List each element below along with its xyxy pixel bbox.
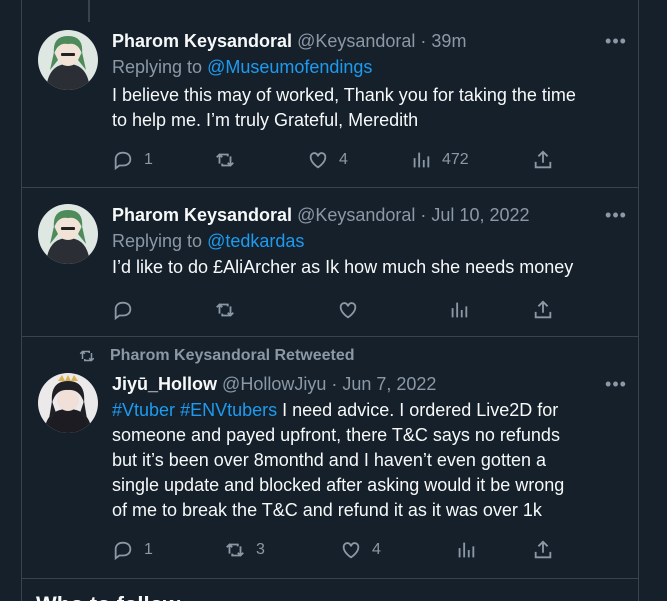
more-icon[interactable]: •••: [601, 30, 631, 52]
share-button[interactable]: [532, 538, 554, 562]
more-icon[interactable]: •••: [601, 373, 631, 395]
tweet-text: I’d like to do £AliArcher as Ik how much…: [112, 255, 623, 280]
separator: ·: [415, 31, 432, 51]
share-icon: [534, 300, 552, 319]
reply-button[interactable]: [112, 298, 144, 322]
reply-count: 1: [144, 541, 153, 558]
who-to-follow-heading: Who to follow: [36, 592, 180, 601]
retweet-button[interactable]: [214, 148, 246, 172]
timeline: Pharom Keysandoral @Keysandoral · 39m ••…: [0, 0, 667, 601]
author-handle[interactable]: @Keysandoral: [297, 205, 415, 225]
share-button[interactable]: [532, 298, 554, 322]
tweet-text-line: I’d like to do £AliArcher as Ik how much…: [112, 257, 574, 277]
more-icon[interactable]: •••: [601, 204, 631, 226]
tweet[interactable]: Pharom Keysandoral @Keysandoral · 39m ••…: [22, 0, 639, 188]
views-button[interactable]: [448, 298, 480, 322]
replying-to-mention[interactable]: @tedkardas: [207, 231, 304, 251]
separator: ·: [326, 374, 343, 394]
reply-icon: [114, 151, 132, 171]
like-count: 4: [339, 151, 348, 168]
avatar[interactable]: [38, 204, 98, 264]
tweet[interactable]: Pharom Keysandoral @Keysandoral · Jul 10…: [22, 188, 639, 337]
retweet-icon: [216, 153, 234, 167]
replying-to-mention[interactable]: @Museumofendings: [207, 57, 372, 77]
tweet-text-line: someone and payed upfront, there T&C say…: [112, 425, 560, 445]
timeline-column: Pharom Keysandoral @Keysandoral · 39m ••…: [21, 0, 639, 601]
tweet-header: Pharom Keysandoral @Keysandoral · 39m: [112, 28, 623, 54]
author-name[interactable]: Pharom Keysandoral: [112, 205, 292, 225]
author-name[interactable]: Pharom Keysandoral: [112, 31, 292, 51]
like-button[interactable]: [337, 298, 369, 322]
reply-button[interactable]: 1: [112, 148, 153, 172]
replying-to: Replying to @tedkardas: [112, 228, 623, 254]
separator: ·: [415, 205, 432, 225]
author-handle[interactable]: @HollowJiyu: [222, 374, 326, 394]
timestamp[interactable]: 39m: [431, 31, 466, 51]
hashtag-link[interactable]: #Vtuber: [112, 400, 175, 420]
share-icon: [534, 150, 552, 169]
tweet-text-segment: I need advice. I ordered Live2D for: [277, 400, 559, 420]
replying-to: Replying to @Museumofendings: [112, 54, 623, 80]
views-count: 472: [442, 151, 469, 168]
tweet-text: I believe this may of worked, Thank you …: [112, 83, 623, 133]
tweet-text-line: single update and blocked after asking w…: [112, 475, 565, 495]
views-button[interactable]: [455, 538, 487, 562]
tweet-text-line: I believe this may of worked, Thank you …: [112, 85, 576, 105]
views-button[interactable]: 472: [410, 148, 469, 172]
views-icon: [451, 302, 468, 318]
author-name[interactable]: Jiyū_Hollow: [112, 374, 217, 394]
views-icon: [458, 542, 475, 558]
tweet-text-line: of me to break the T&C and refund it as …: [112, 500, 542, 520]
reply-button[interactable]: 1: [112, 538, 153, 562]
share-button[interactable]: [532, 148, 554, 172]
avatar[interactable]: [38, 30, 98, 90]
tweet-text-line: #Vtuber #ENVtubers I need advice. I orde…: [112, 398, 623, 423]
like-icon: [339, 302, 357, 319]
like-button[interactable]: 4: [340, 538, 381, 562]
retweet-button[interactable]: [214, 298, 246, 322]
tweet-actions: 1 3 4: [112, 538, 552, 562]
tweet-header: Pharom Keysandoral @Keysandoral · Jul 10…: [112, 202, 623, 228]
like-count: 4: [372, 541, 381, 558]
tweet[interactable]: Pharom Keysandoral Retweeted Jiyū_Hollow…: [22, 337, 639, 579]
like-icon: [342, 542, 360, 559]
retweet-icon: [226, 543, 244, 557]
tweet-text-line: but it’s been over 8monthd and I haven’t…: [112, 450, 546, 470]
author-handle[interactable]: @Keysandoral: [297, 31, 415, 51]
share-icon: [534, 540, 552, 559]
retweeted-banner: Pharom Keysandoral Retweeted: [78, 347, 355, 365]
retweeted-by-label[interactable]: Pharom Keysandoral Retweeted: [110, 347, 355, 365]
replying-to-label: Replying to: [112, 57, 208, 77]
avatar[interactable]: [38, 373, 98, 433]
retweet-button[interactable]: 3: [224, 538, 265, 562]
timestamp[interactable]: Jul 10, 2022: [431, 205, 529, 225]
reply-count: 1: [144, 151, 153, 168]
like-button[interactable]: 4: [307, 148, 348, 172]
tweet-header: Jiyū_Hollow @HollowJiyu · Jun 7, 2022: [112, 371, 623, 397]
hashtag-link[interactable]: #ENVtubers: [180, 400, 277, 420]
retweet-count: 3: [256, 541, 265, 558]
replying-to-label: Replying to: [112, 231, 208, 251]
timestamp[interactable]: Jun 7, 2022: [342, 374, 436, 394]
like-icon: [309, 152, 327, 169]
views-icon: [413, 152, 430, 168]
retweet-icon: [79, 350, 95, 362]
reply-icon: [114, 541, 132, 561]
tweet-actions: 1 4 472: [112, 148, 552, 172]
tweet-text: #Vtuber #ENVtubers I need advice. I orde…: [112, 398, 623, 523]
tweet-actions: [112, 298, 552, 322]
tweet-text-line: to help me. I’m truly Grateful, Meredith: [112, 110, 419, 130]
reply-icon: [114, 301, 132, 321]
retweet-icon: [216, 303, 234, 317]
